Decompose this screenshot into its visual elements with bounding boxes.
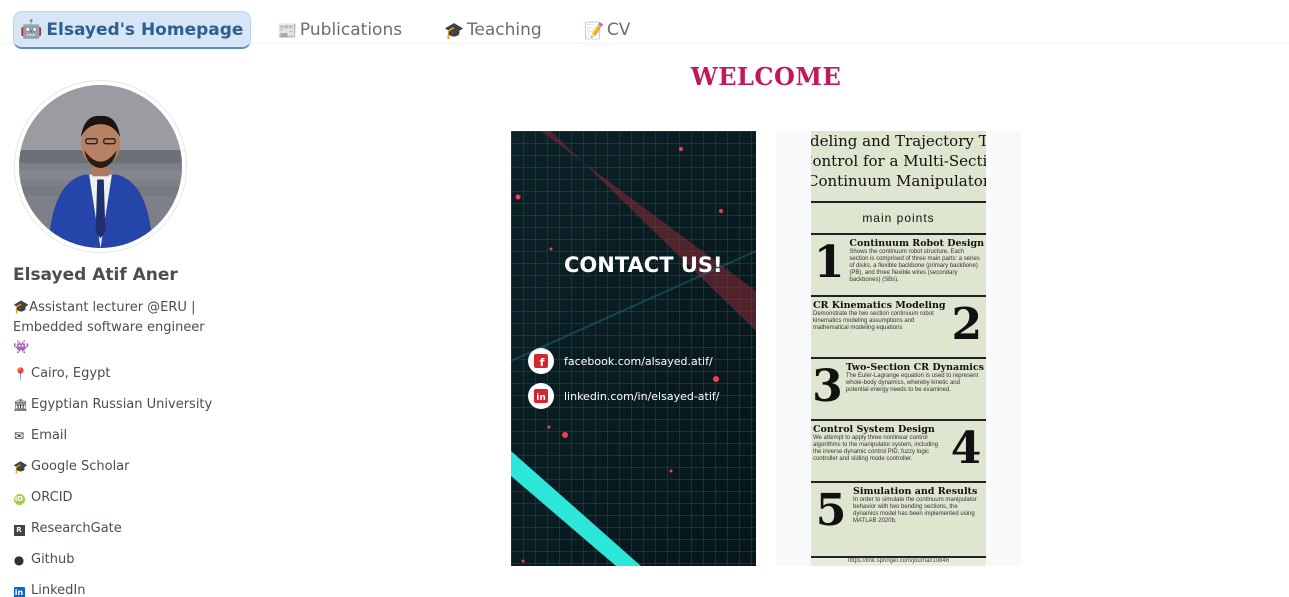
linkedin-icon: in bbox=[13, 586, 25, 597]
page-title-text: WELCOME bbox=[690, 62, 842, 91]
contact-card-graphic: CONTACT US! f facebook.com/alsayed.atif/… bbox=[511, 131, 756, 566]
nav-teaching-label: Teaching bbox=[466, 20, 542, 40]
step-number: 1 bbox=[813, 237, 845, 288]
step-number: 4 bbox=[950, 423, 982, 474]
orcid-link[interactable]: iD ORCID bbox=[13, 482, 212, 513]
researchgate-icon: R bbox=[13, 521, 25, 536]
map-marker-icon: 📍 bbox=[13, 366, 28, 381]
nav-cv[interactable]: 📝 CV bbox=[584, 20, 630, 40]
step-heading: Control System Design bbox=[813, 424, 935, 435]
poster-subtitle: main points bbox=[811, 201, 986, 225]
step-text: In order to simulate the continuum manip… bbox=[853, 497, 977, 524]
newspaper-icon: 📰 bbox=[277, 20, 297, 40]
linkedin-link[interactable]: in LinkedIn bbox=[13, 575, 212, 597]
poster-step: 3 Two-Section CR Dynamics The Euler-Lagr… bbox=[811, 357, 986, 419]
nav-teaching[interactable]: 🎓 Teaching bbox=[444, 20, 542, 40]
step-text: Shows the continuum robot structure. Eac… bbox=[849, 249, 980, 283]
poster-title-line2: Control for a Multi-Section bbox=[811, 152, 986, 170]
page-title: WELCOME bbox=[0, 62, 1289, 91]
step-number: 5 bbox=[815, 485, 847, 536]
github-label: Github bbox=[31, 552, 75, 567]
masthead: 🤖 Elsayed's Homepage 📰 Publications 🎓 Te… bbox=[0, 0, 1289, 49]
graduation-cap-icon: 🎓 bbox=[444, 20, 464, 40]
contact-heading: CONTACT US! bbox=[564, 253, 723, 277]
author-links: 📍 Cairo, Egypt 🏛 Egyptian Russian Univer… bbox=[13, 358, 212, 597]
avatar bbox=[14, 80, 187, 253]
email-link[interactable]: ✉ Email bbox=[13, 420, 212, 451]
university-icon: 🏛 bbox=[13, 397, 29, 412]
step-heading: Simulation and Results bbox=[853, 486, 978, 497]
step-text: We attempt to apply three nonlinear cont… bbox=[813, 435, 939, 462]
research-poster-image: odeling and Trajectory Track Control for… bbox=[776, 131, 1021, 566]
envelope-icon: ✉ bbox=[13, 428, 25, 443]
location-label: Cairo, Egypt bbox=[31, 366, 111, 381]
poster-step: 1 Continuum Robot Design Shows the conti… bbox=[811, 233, 986, 295]
poster-footer: https://link.springer.com/journal/10846 bbox=[811, 556, 986, 566]
facebook-handle: facebook.com/alsayed.atif/ bbox=[564, 355, 713, 368]
orcid-label: ORCID bbox=[31, 490, 73, 505]
google-scholar-link[interactable]: 🎓 Google Scholar bbox=[13, 451, 212, 482]
svg-text:f: f bbox=[540, 356, 545, 369]
researchgate-link[interactable]: R ResearchGate bbox=[13, 513, 212, 544]
nav-cv-label: CV bbox=[606, 20, 631, 40]
document-icon: 📝 bbox=[584, 20, 604, 40]
step-heading: Two-Section CR Dynamics bbox=[845, 362, 984, 373]
profile-photo bbox=[19, 85, 182, 248]
google-scholar-icon: 🎓 bbox=[13, 459, 28, 474]
poster-step: 5 Simulation and Results In order to sim… bbox=[811, 481, 986, 543]
university-item: 🏛 Egyptian Russian University bbox=[13, 389, 212, 420]
nav-publications[interactable]: 📰 Publications bbox=[277, 20, 402, 40]
research-poster: odeling and Trajectory Track Control for… bbox=[811, 131, 986, 566]
nav-publications-label: Publications bbox=[299, 20, 403, 40]
poster-title-line3: Continuum Manipulator bbox=[811, 172, 986, 190]
poster-title-line1: odeling and Trajectory Track bbox=[811, 132, 986, 150]
email-label: Email bbox=[31, 428, 68, 443]
orcid-icon: iD bbox=[13, 494, 25, 505]
poster-step: 2 CR Kinematics Modeling Demonstrate the… bbox=[811, 295, 986, 357]
author-name: Elsayed Atif Aner bbox=[13, 265, 178, 285]
linkedin-handle: linkedin.com/in/elsayed-atif/ bbox=[564, 390, 720, 403]
github-icon: ● bbox=[13, 552, 25, 567]
university-label: Egyptian Russian University bbox=[31, 397, 213, 412]
robot-icon: 🤖 bbox=[20, 19, 43, 40]
step-heading: Continuum Robot Design bbox=[849, 238, 984, 249]
step-text: Demonstrate the two section continuum ro… bbox=[813, 311, 934, 331]
google-scholar-label: Google Scholar bbox=[31, 459, 130, 474]
location-item: 📍 Cairo, Egypt bbox=[13, 358, 212, 389]
site-title-label: Elsayed's Homepage bbox=[46, 19, 244, 40]
step-number: 2 bbox=[951, 299, 983, 350]
linkedin-label: LinkedIn bbox=[31, 583, 86, 597]
site-title-button[interactable]: 🤖 Elsayed's Homepage bbox=[13, 11, 252, 49]
step-heading: CR Kinematics Modeling bbox=[813, 300, 946, 311]
researchgate-label: ResearchGate bbox=[31, 521, 122, 536]
poster-title: odeling and Trajectory Track Control for… bbox=[811, 131, 986, 191]
step-text: The Euler-Lagrange equation is used to r… bbox=[845, 373, 979, 393]
svg-text:in: in bbox=[536, 393, 546, 403]
step-number: 3 bbox=[812, 361, 843, 412]
github-link[interactable]: ● Github bbox=[13, 544, 212, 575]
author-bio: 🎓Assistant lecturer @ERU | Embedded soft… bbox=[13, 300, 205, 355]
poster-step: 4 Control System Design We attempt to ap… bbox=[811, 419, 986, 481]
contact-card-image: CONTACT US! f facebook.com/alsayed.atif/… bbox=[511, 131, 756, 566]
